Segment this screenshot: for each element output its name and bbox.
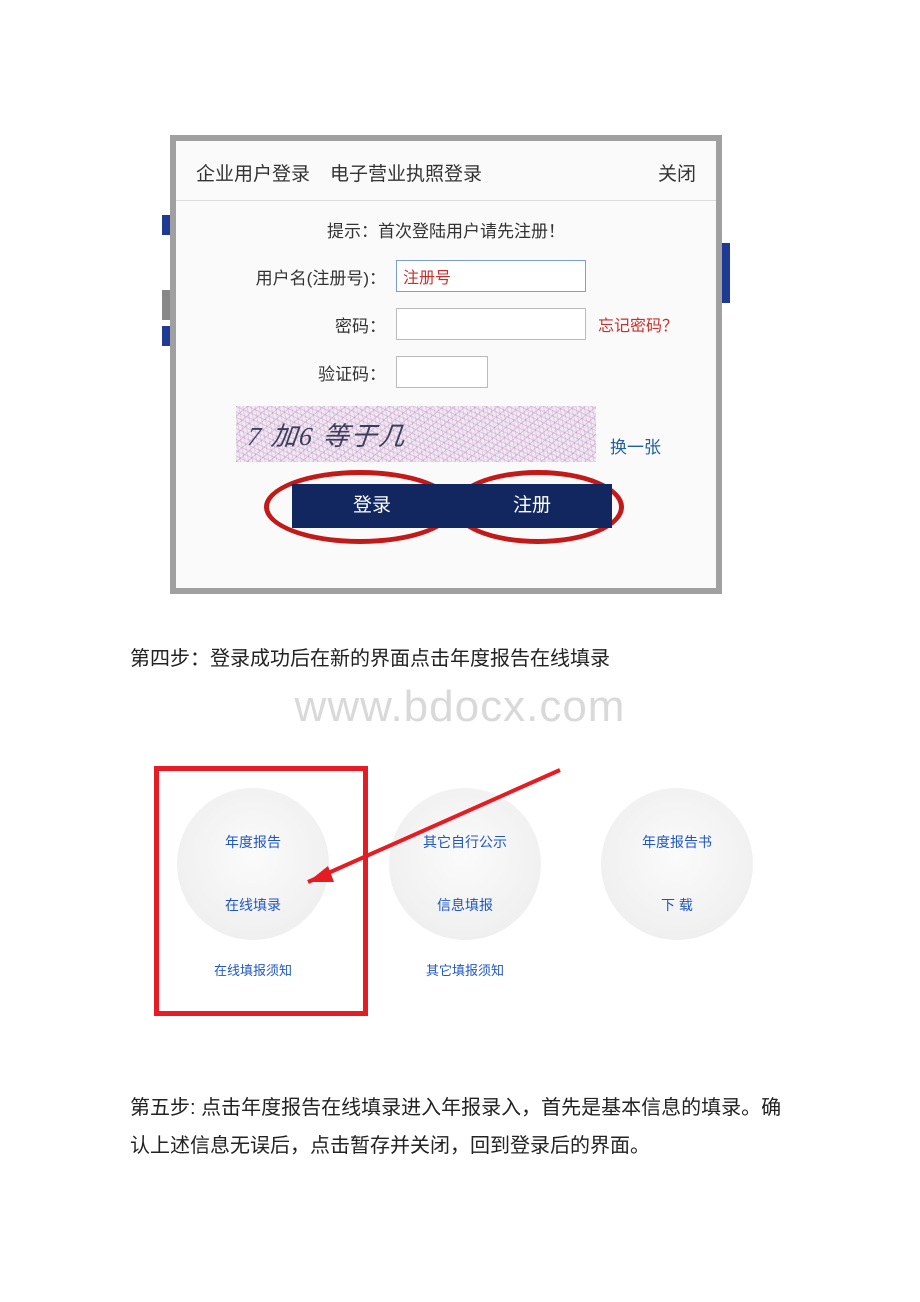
option3-line2: 下 载 bbox=[642, 895, 712, 916]
tab-digital-license[interactable]: 电子营业执照登录 bbox=[330, 159, 482, 186]
login-tabs: 企业用户登录 电子营业执照登录 关闭 bbox=[176, 141, 716, 201]
forgot-password-link[interactable]: 忘记密码？ bbox=[598, 312, 678, 336]
option2-line2: 信息填报 bbox=[423, 895, 507, 916]
options-panel: 年度报告 在线填录 在线填报须知 其它自行公示 信息填报 bbox=[158, 770, 772, 1001]
option2-line1: 其它自行公示 bbox=[423, 832, 507, 853]
option3-line1: 年度报告书 bbox=[642, 832, 712, 853]
captcha-refresh-link[interactable]: 换一张 bbox=[610, 433, 661, 462]
option1-sublink[interactable]: 在线填报须知 bbox=[158, 960, 348, 979]
decorative-left-strip bbox=[162, 215, 170, 345]
captcha-question-text: 7 加6 等于几 bbox=[246, 416, 409, 453]
option-report-download[interactable]: 年度报告书 下 载 bbox=[582, 788, 772, 940]
captcha-image: 7 加6 等于几 bbox=[236, 406, 596, 462]
watermark-text: www.bdocx.com bbox=[295, 682, 626, 732]
option1-line2: 在线填录 bbox=[225, 895, 281, 916]
captcha-label: 验证码： bbox=[176, 360, 396, 385]
register-button[interactable]: 注册 bbox=[452, 484, 612, 528]
option1-line1: 年度报告 bbox=[225, 832, 281, 853]
first-login-hint: 提示：首次登陆用户请先注册！ bbox=[176, 201, 716, 252]
username-label: 用户名(注册号)： bbox=[176, 264, 396, 289]
password-input[interactable] bbox=[396, 308, 586, 340]
password-label: 密码： bbox=[176, 312, 396, 337]
login-modal: 企业用户登录 电子营业执照登录 关闭 提示：首次登陆用户请先注册！ 用户名(注册… bbox=[170, 135, 722, 594]
tab-enterprise-user[interactable]: 企业用户登录 bbox=[196, 159, 310, 186]
option-annual-report-online[interactable]: 年度报告 在线填录 在线填报须知 bbox=[158, 788, 348, 979]
option-self-publish-info[interactable]: 其它自行公示 信息填报 其它填报须知 bbox=[370, 788, 560, 979]
captcha-input[interactable] bbox=[396, 356, 488, 388]
login-button[interactable]: 登录 bbox=[292, 484, 452, 528]
option2-sublink[interactable]: 其它填报须知 bbox=[370, 960, 560, 979]
step5-text: 第五步: 点击年度报告在线填录进入年报录入，首先是基本信息的填录。确认上述信息无… bbox=[0, 1089, 920, 1165]
username-input[interactable] bbox=[396, 260, 586, 292]
step4-text: 第四步：登录成功后在新的界面点击年度报告在线填录 bbox=[0, 640, 920, 678]
close-link[interactable]: 关闭 bbox=[658, 159, 696, 186]
watermark-container: www.bdocx.com bbox=[0, 682, 920, 734]
decorative-right-strip bbox=[722, 243, 730, 303]
